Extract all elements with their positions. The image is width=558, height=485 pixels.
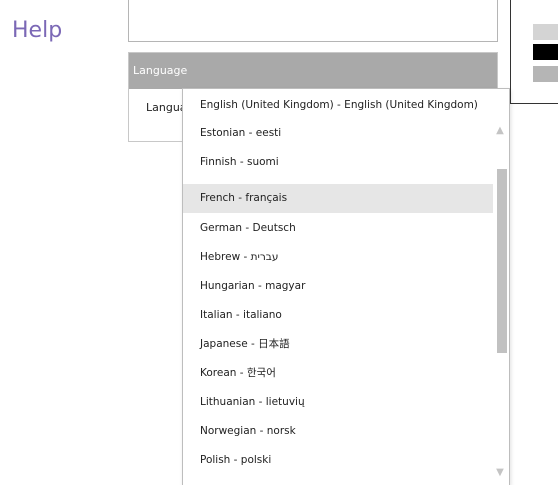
language-option-german[interactable]: German - Deutsch [183,214,493,243]
language-option-korean[interactable]: Korean - 한국어 [183,359,493,388]
scrollbar-thumb[interactable] [497,169,507,353]
preview-swatch-light [533,24,558,40]
language-current-option[interactable]: English (United Kingdom) - English (Unit… [183,91,509,120]
language-option-polish[interactable]: Polish - polski [183,446,493,475]
language-option-lithuanian[interactable]: Lithuanian - lietuvių [183,388,493,417]
language-option-finnish[interactable]: Finnish - suomi [183,148,493,177]
dropdown-scrollbar[interactable]: ▲ ▼ [491,119,509,485]
language-field-label: Language [146,101,186,114]
language-option-hungarian[interactable]: Hungarian - magyar [183,272,493,301]
help-nav-link[interactable]: Help [12,18,62,43]
language-section-header: Language [129,53,497,89]
preview-swatch-mid [533,66,558,82]
preview-swatch-dark [533,44,558,60]
arrow-up-icon[interactable]: ▲ [491,123,509,139]
top-panel [128,0,498,42]
language-option-norwegian[interactable]: Norwegian - norsk [183,417,493,446]
language-option-hebrew[interactable]: Hebrew - עברית [183,243,493,272]
color-preview-panel [510,0,558,104]
arrow-down-icon[interactable]: ▼ [491,465,509,481]
language-option-italian[interactable]: Italian - italiano [183,301,493,330]
language-option-french[interactable]: French - français [183,184,493,213]
language-dropdown-list[interactable]: English (United Kingdom) - English (Unit… [182,88,510,485]
language-option-japanese[interactable]: Japanese - 日本語 [183,330,493,359]
language-option-estonian[interactable]: Estonian - eesti [183,119,493,148]
